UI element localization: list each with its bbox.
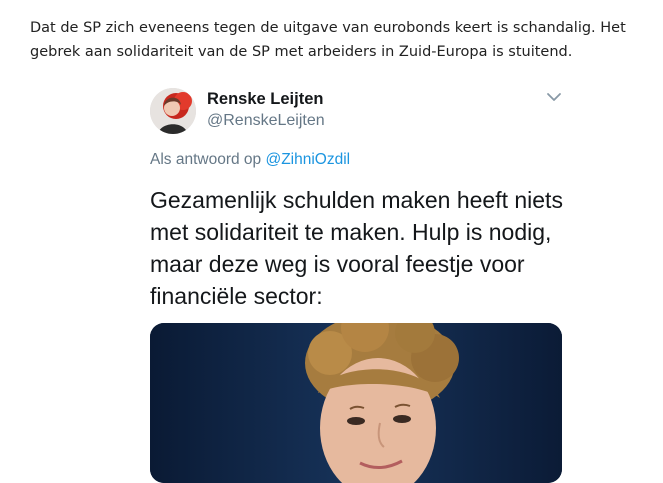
reply-prefix: Als antwoord op [150, 151, 262, 168]
embedded-tweet[interactable]: Renske Leijten @RenskeLeijten Als antwoo… [150, 85, 570, 483]
reply-context: Als antwoord op @ZihniOzdil [150, 151, 350, 169]
intro-paragraph: Dat de SP zich eveneens tegen de uitgave… [30, 20, 626, 60]
avatar-image [150, 88, 196, 134]
chevron-down-icon[interactable] [545, 90, 563, 104]
tweet-media[interactable] [150, 323, 562, 483]
author-name[interactable]: Renske Leijten [207, 90, 323, 109]
avatar[interactable] [150, 88, 196, 134]
reply-handle-link[interactable]: @ZihniOzdil [265, 151, 350, 168]
tweet-text: Gezamenlijk schulden maken heeft niets m… [150, 187, 563, 309]
tweet-photo [150, 323, 562, 483]
author-handle[interactable]: @RenskeLeijten [207, 112, 325, 130]
